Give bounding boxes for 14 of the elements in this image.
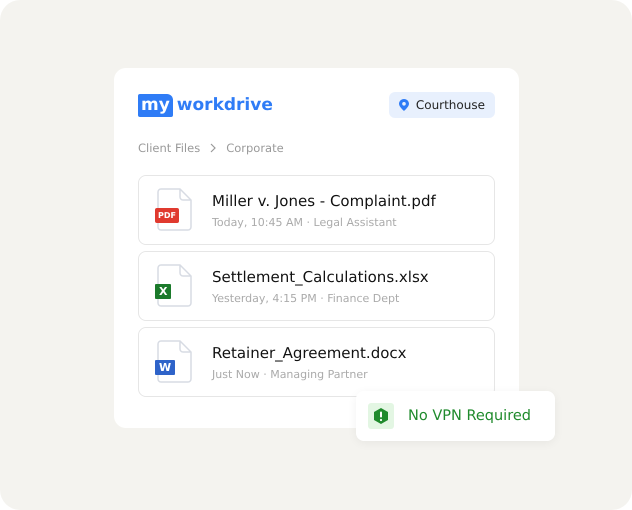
file-name: Miller v. Jones - Complaint.pdf <box>212 192 436 210</box>
logo-mark: my <box>138 94 173 116</box>
file-meta: Today, 10:45 AM · Legal Assistant <box>212 216 398 228</box>
logo-text: workdrive <box>176 95 273 115</box>
file-meta: Yesterday, 4:15 PM · Finance Dept <box>212 292 400 304</box>
location-pin-icon <box>398 99 409 111</box>
file-name: Retainer_Agreement.docx <box>212 344 407 362</box>
location-chip[interactable]: Courthouse <box>388 92 495 118</box>
file-row[interactable]: PDF Miller v. Jones - Complaint.pdf Today, 10:45 AM · Legal Assistant <box>138 175 495 245</box>
chevron-right-icon <box>210 143 216 153</box>
file-name: Settlement_Calculations.xlsx <box>212 268 429 286</box>
file-meta: Just Now · Managing Partner <box>212 368 369 380</box>
file-row[interactable]: X Settlement_Calculations.xlsx Yesterday, 4:15 PM · Finance Dept <box>138 251 495 321</box>
toast-label: No VPN Required <box>408 408 531 424</box>
